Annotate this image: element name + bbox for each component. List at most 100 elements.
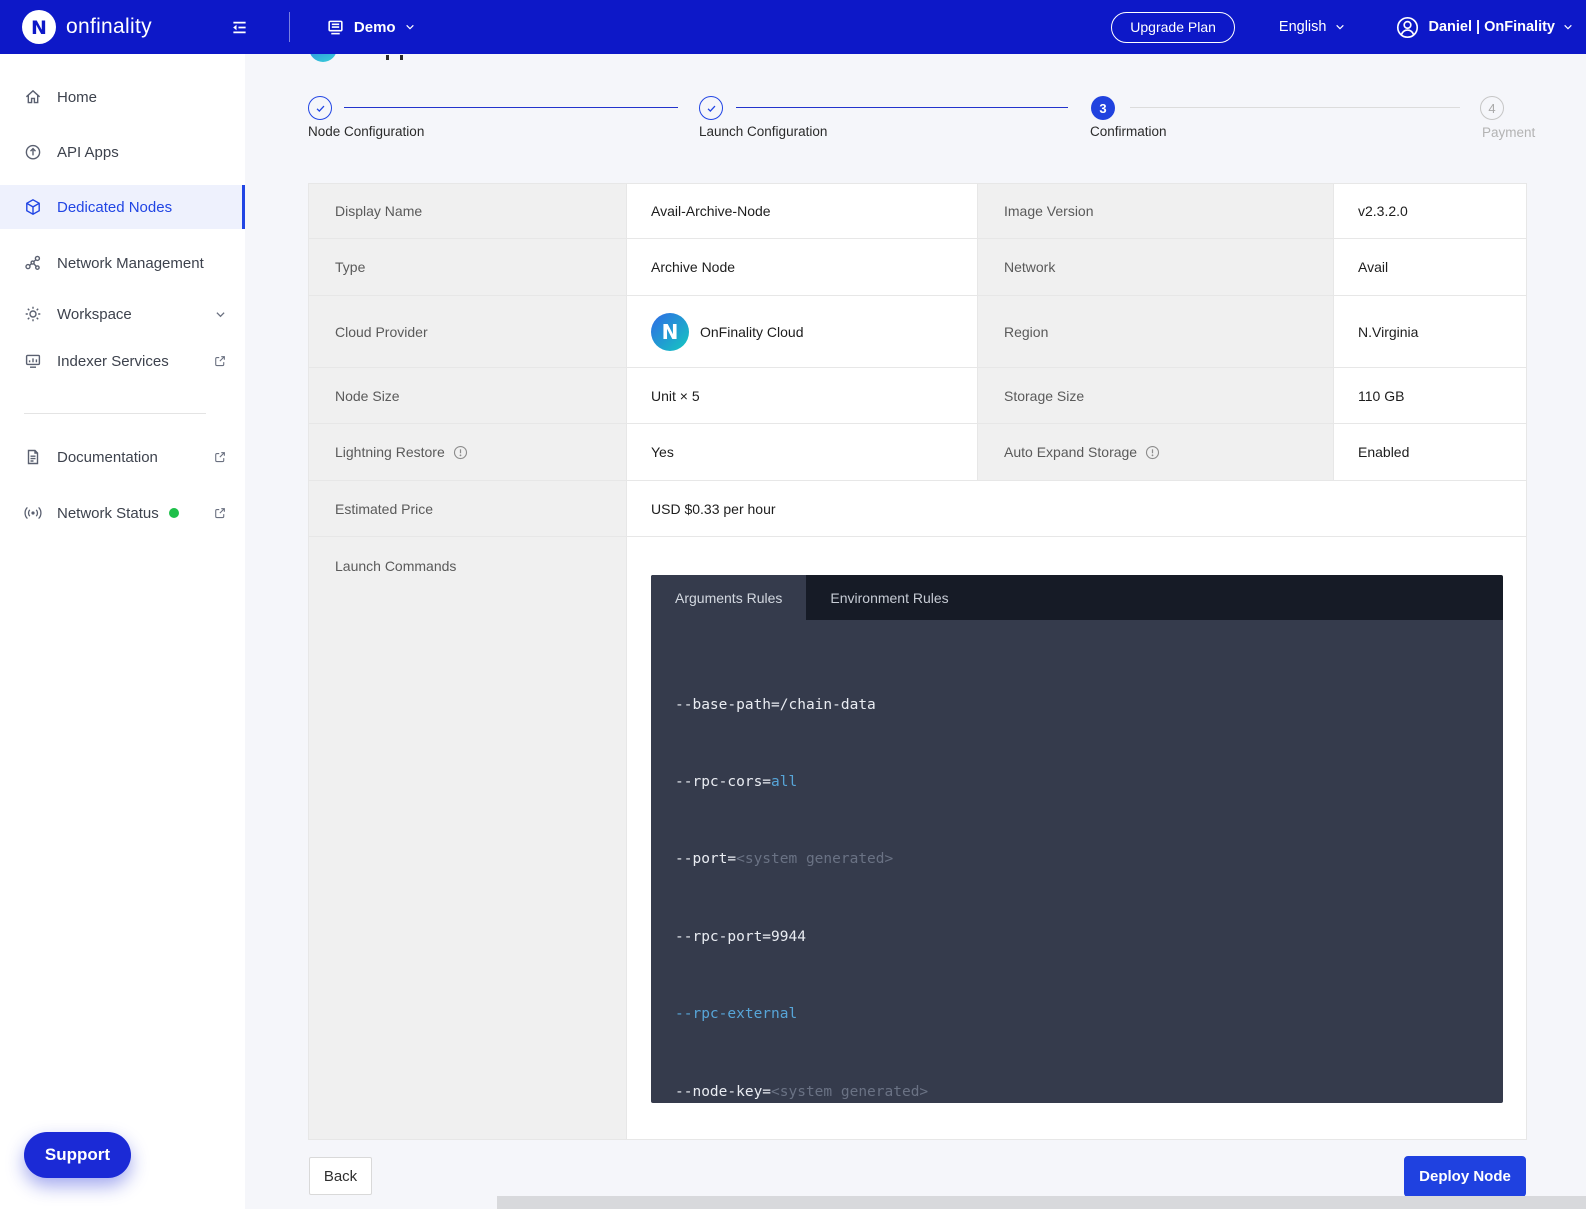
home-icon	[24, 88, 42, 106]
image-version-label: Image Version	[978, 184, 1334, 239]
step-number: 3	[1099, 101, 1106, 116]
sidebar-item-label: Network Management	[57, 255, 204, 272]
sidebar-item-label: Dedicated Nodes	[57, 199, 172, 216]
node-size-value: Unit × 5	[627, 368, 978, 424]
step-connector	[344, 107, 678, 108]
network-status-broadcast-icon	[24, 504, 42, 522]
user-name: Daniel | OnFinality	[1428, 19, 1555, 35]
documentation-icon	[24, 448, 42, 466]
sidebar-item-network-status[interactable]: Network Status	[0, 491, 245, 535]
sidebar-divider	[24, 413, 206, 414]
api-apps-icon	[24, 143, 42, 161]
deploy-node-button[interactable]: Deploy Node	[1404, 1156, 1526, 1197]
tab-arguments-rules[interactable]: Arguments Rules	[651, 575, 806, 620]
code-tab-bar: Arguments Rules Environment Rules	[651, 575, 1503, 620]
support-button[interactable]: Support	[24, 1132, 131, 1178]
auto-expand-storage-value: Enabled	[1334, 424, 1526, 481]
region-label: Region	[978, 296, 1334, 368]
code-line: --rpc-cors=all	[675, 770, 1483, 796]
user-menu[interactable]: Daniel | OnFinality	[1396, 16, 1574, 39]
launch-commands-label: Launch Commands	[309, 537, 627, 1139]
launch-commands-code-block: Arguments Rules Environment Rules --base…	[651, 575, 1503, 1103]
arguments-code: --base-path=/chain-data --rpc-cors=all -…	[651, 620, 1503, 1103]
sidebar-item-label: Network Status	[57, 505, 159, 522]
svg-text:N: N	[31, 17, 47, 39]
image-version-value: v2.3.2.0	[1334, 184, 1526, 239]
indexer-services-icon	[24, 352, 42, 370]
navbar-divider	[289, 12, 290, 42]
tab-environment-rules[interactable]: Environment Rules	[806, 575, 972, 620]
estimated-price-label: Estimated Price	[309, 481, 627, 537]
step-4-label[interactable]: Payment	[1482, 125, 1535, 140]
step-3-label[interactable]: Confirmation	[1090, 124, 1167, 139]
horizontal-scrollbar[interactable]	[497, 1196, 1586, 1209]
display-name-label: Display Name	[309, 184, 627, 239]
language-label: English	[1279, 19, 1327, 35]
region-value: N.Virginia	[1334, 296, 1526, 368]
info-circle-icon[interactable]	[453, 445, 468, 460]
sidebar-item-label: Workspace	[57, 306, 132, 323]
confirmation-details-table: Display Name Avail-Archive-Node Image Ve…	[308, 183, 1527, 1140]
sidebar-item-indexer-services[interactable]: Indexer Services	[0, 339, 245, 383]
check-icon	[705, 102, 718, 115]
launch-commands-value: Arguments Rules Environment Rules --base…	[627, 537, 1526, 1139]
step-2-label[interactable]: Launch Configuration	[699, 124, 827, 139]
network-value: Avail	[1334, 239, 1526, 296]
language-selector[interactable]: English	[1279, 19, 1347, 35]
sidebar-item-documentation[interactable]: Documentation	[0, 435, 245, 479]
brand-name: onfinality	[66, 15, 152, 39]
sidebar-item-api-apps[interactable]: API Apps	[0, 130, 245, 174]
sidebar-collapse-button[interactable]	[230, 18, 249, 37]
chevron-down-icon	[404, 21, 416, 33]
cloud-provider-value: N OnFinality Cloud	[627, 296, 978, 368]
external-link-icon	[213, 354, 227, 368]
sidebar-item-dedicated-nodes[interactable]: Dedicated Nodes	[0, 185, 245, 229]
user-avatar-icon	[1396, 16, 1419, 39]
chevron-down-icon	[1562, 21, 1574, 33]
cloud-provider-label: Cloud Provider	[309, 296, 627, 368]
estimated-price-value: USD $0.33 per hour	[627, 481, 1526, 537]
step-3-confirmation[interactable]: 3	[1091, 96, 1115, 120]
info-circle-icon[interactable]	[1145, 445, 1160, 460]
back-button[interactable]: Back	[309, 1157, 372, 1195]
sidebar-item-label: Home	[57, 89, 97, 106]
step-number: 4	[1488, 101, 1495, 116]
onfinality-logo-icon[interactable]: N	[22, 10, 56, 44]
dedicated-nodes-cube-icon	[24, 198, 42, 216]
node-size-label: Node Size	[309, 368, 627, 424]
workspace-card-icon	[326, 18, 345, 37]
step-4-payment[interactable]: 4	[1480, 96, 1504, 120]
display-name-value: Avail-Archive-Node	[627, 184, 978, 239]
lightning-restore-label: Lightning Restore	[309, 424, 627, 481]
step-connector	[736, 107, 1068, 108]
sidebar-item-network-management[interactable]: Network Management	[0, 241, 245, 285]
step-connector	[1130, 107, 1460, 108]
svg-text:N: N	[662, 320, 679, 344]
chevron-down-icon	[1334, 21, 1346, 33]
network-management-icon	[24, 254, 42, 272]
upgrade-plan-button[interactable]: Upgrade Plan	[1111, 12, 1235, 43]
onfinality-cloud-logo-icon: N	[651, 313, 689, 351]
sidebar-item-label: API Apps	[57, 144, 119, 161]
sidebar-item-home[interactable]: Home	[0, 75, 245, 119]
app-root: N onfinality Demo	[0, 0, 1586, 1209]
workspace-switcher[interactable]: Demo	[326, 18, 416, 37]
external-link-icon	[213, 506, 227, 520]
step-2-launch-configuration[interactable]	[699, 96, 723, 120]
network-status-green-dot	[169, 508, 179, 518]
external-link-icon	[213, 450, 227, 464]
step-1-node-configuration[interactable]	[308, 96, 332, 120]
step-1-label[interactable]: Node Configuration	[308, 124, 424, 139]
sidebar-item-workspace[interactable]: Workspace	[0, 292, 245, 336]
storage-size-label: Storage Size	[978, 368, 1334, 424]
code-line: --node-key=<system generated>	[675, 1080, 1483, 1103]
sidebar-item-label: Documentation	[57, 449, 158, 466]
auto-expand-storage-label: Auto Expand Storage	[978, 424, 1334, 481]
page-title-remnant	[386, 55, 389, 60]
sidebar: Home API Apps Dedicated Nodes	[0, 54, 245, 1209]
menu-fold-icon	[230, 18, 249, 37]
type-label: Type	[309, 239, 627, 296]
check-icon	[314, 102, 327, 115]
top-navbar: N onfinality Demo	[0, 0, 1586, 54]
page-title-remnant	[400, 55, 403, 60]
